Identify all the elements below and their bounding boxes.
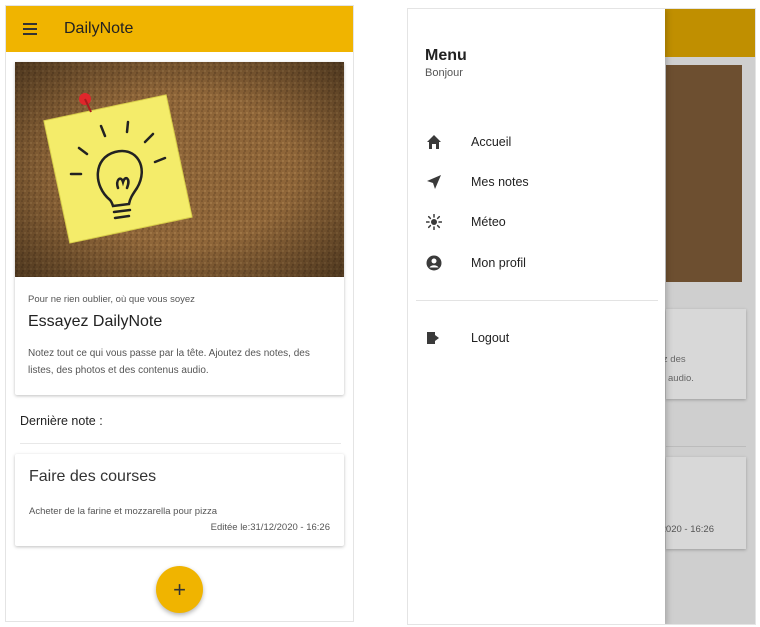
send-icon [425,173,443,191]
drawer-item-mes-notes[interactable]: Mes notes [408,162,665,202]
hamburger-menu-button[interactable] [12,6,48,52]
sun-icon [425,213,443,231]
note-card-dimmed [666,457,746,549]
drawer-screen: tez des audio. /2020 - 16:26 Menu Bonjou… [407,8,756,625]
drawer-item-label: Mon profil [471,256,526,270]
app-bar: DailyNote [6,6,353,52]
drawer-title: Menu [425,47,467,64]
note-title: Faire des courses [29,468,157,485]
drawer-greeting: Bonjour [425,67,463,79]
drawer-divider [416,300,658,301]
drawer-item-label: Logout [471,331,510,345]
plus-icon: + [173,576,186,602]
home-screen: DailyNote Pour ne rien oublier, où que v… [5,5,354,622]
logout-icon [425,329,443,347]
account-icon [425,254,443,272]
home-icon [425,133,443,151]
navigation-drawer: Menu Bonjour Accueil Mes notes Méteo Mon… [408,9,665,624]
divider-dimmed [666,446,746,447]
divider [20,443,341,444]
drawer-item-meteo[interactable]: Méteo [408,202,665,242]
app-title: DailyNote [64,20,134,37]
note-body: Acheter de la farine et mozzarella pour … [29,506,217,517]
dimmed-text-line-2: audio. [668,373,694,384]
drawer-item-mon-profil[interactable]: Mon profil [408,243,665,283]
promo-description: Notez tout ce qui vous passe par la tête… [28,348,310,376]
drawer-item-label: Mes notes [471,175,529,189]
drawer-item-label: Accueil [471,135,512,149]
promo-card: Pour ne rien oublier, où que vous soyez … [15,62,344,395]
last-note-label: Dernière note : [20,414,103,428]
note-edited-date: Editée le:31/12/2020 - 16:26 [210,522,330,533]
hamburger-icon [23,23,37,35]
drawer-item-logout[interactable]: Logout [408,318,665,358]
promo-image [15,62,344,277]
promo-image-dimmed [666,65,742,282]
drawer-item-label: Méteo [471,215,506,229]
promo-title: Essayez DailyNote [28,313,163,330]
promo-caption: Pour ne rien oublier, où que vous soyez [28,294,195,305]
dimmed-note-date: /2020 - 16:26 [658,524,714,535]
note-card[interactable]: Faire des courses Acheter de la farine e… [15,454,344,546]
drawer-item-accueil[interactable]: Accueil [408,122,665,162]
add-note-button[interactable]: + [156,566,203,613]
